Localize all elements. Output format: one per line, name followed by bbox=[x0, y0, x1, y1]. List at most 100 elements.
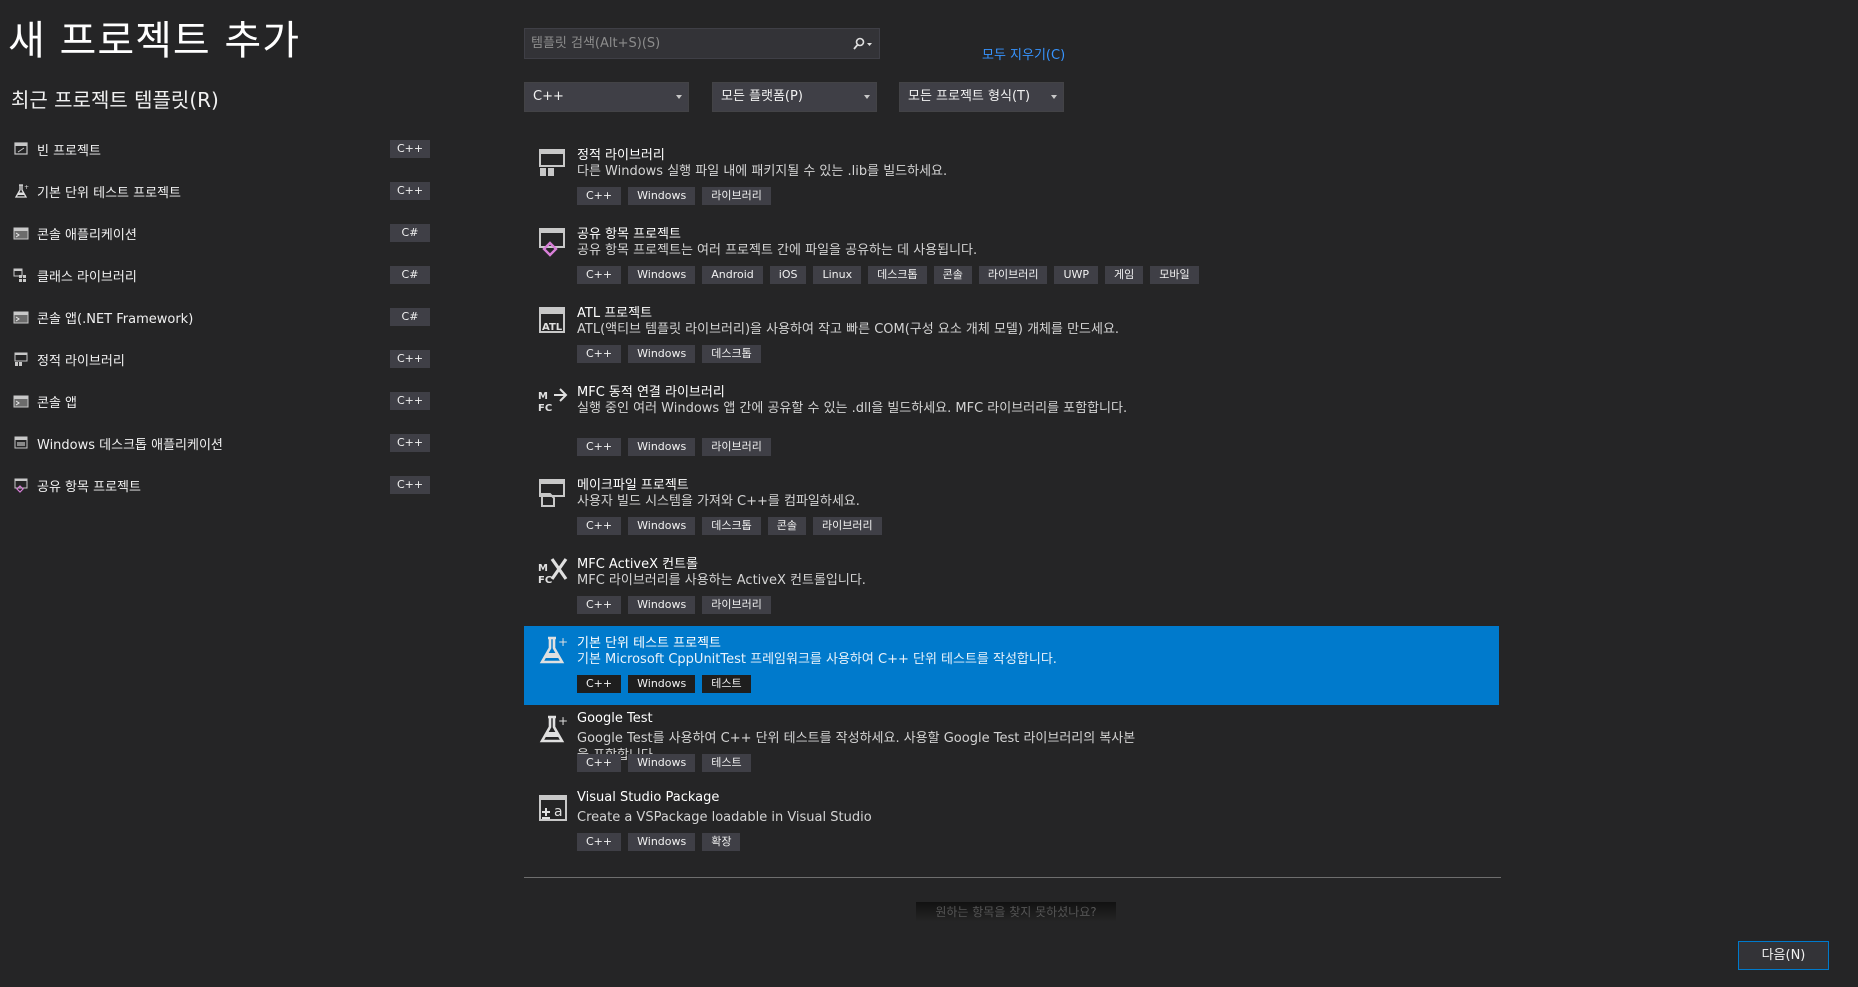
flask-icon: ++ bbox=[536, 634, 568, 666]
recent-template-label: 콘솔 애플리케이션 bbox=[37, 228, 137, 243]
template-item[interactable]: 메이크파일 프로젝트 사용자 빌드 시스템을 가져와 C++를 컴파일하세요. C+… bbox=[524, 468, 1499, 547]
chevron-down-icon bbox=[864, 95, 870, 99]
svg-text:++: ++ bbox=[24, 184, 29, 191]
template-search-box[interactable] bbox=[524, 28, 880, 59]
template-tag: C++ bbox=[577, 833, 622, 851]
recent-template-item[interactable]: ++ 기본 단위 테스트 프로젝트 C++ bbox=[0, 170, 440, 212]
recent-template-label: 콘솔 앱 bbox=[37, 396, 78, 411]
template-tag: Windows bbox=[628, 266, 696, 284]
template-tags: C++ Windows 테스트 bbox=[577, 754, 751, 772]
template-name: MFC 동적 연결 라이브러리 bbox=[577, 385, 725, 400]
console-icon bbox=[13, 227, 29, 240]
language-badge: C++ bbox=[390, 350, 430, 368]
console-icon bbox=[13, 309, 29, 325]
recent-templates-heading: 최근 프로젝트 템플릿(R) bbox=[11, 88, 219, 112]
language-badge: C# bbox=[390, 266, 430, 284]
recent-template-item[interactable]: 정적 라이브러리 C++ bbox=[0, 338, 440, 380]
not-found-link[interactable]: 원하는 항목을 찾지 못하셨나요? bbox=[916, 902, 1116, 922]
recent-templates-list: 빈 프로젝트C++++기본 단위 테스트 프로젝트C++콘솔 애플리케이션C#클… bbox=[0, 128, 440, 506]
language-badge: C++ bbox=[390, 434, 430, 452]
svg-text:FC: FC bbox=[538, 575, 552, 586]
shared-items-icon bbox=[14, 478, 28, 493]
template-tag: 테스트 bbox=[702, 754, 751, 772]
language-badge: C++ bbox=[390, 392, 430, 410]
recent-template-item[interactable]: Windows 데스크톱 애플리케이션 C++ bbox=[0, 422, 440, 464]
language-badge: C# bbox=[390, 224, 430, 242]
shared-items-icon bbox=[13, 477, 29, 493]
atl-icon: ATL bbox=[536, 304, 568, 336]
template-tag: C++ bbox=[577, 596, 622, 614]
template-name: 정적 라이브러리 bbox=[577, 148, 665, 163]
shared-items-icon bbox=[536, 225, 568, 257]
template-tag: C++ bbox=[577, 266, 622, 284]
template-item[interactable]: ++ 기본 단위 테스트 프로젝트기본 Microsoft CppUnitTest… bbox=[524, 626, 1499, 705]
shared-items-icon bbox=[539, 228, 565, 257]
page-title: 새 프로젝트 추가 bbox=[8, 18, 301, 64]
console-icon bbox=[13, 225, 29, 241]
template-tags: C++ Windows 라이브러리 bbox=[577, 187, 771, 205]
template-description: Create a VSPackage loadable in Visual St… bbox=[577, 810, 872, 825]
svg-text:++: ++ bbox=[558, 635, 568, 649]
template-item[interactable]: 공유 항목 프로젝트 공유 항목 프로젝트는 여러 프로젝트 간에 파일을 공유하… bbox=[524, 217, 1499, 296]
template-tag: C++ bbox=[577, 438, 622, 456]
mfc-dll-icon: MFC bbox=[536, 383, 568, 415]
template-tag: Windows bbox=[628, 675, 696, 693]
language-filter-dropdown[interactable]: C++ bbox=[524, 82, 689, 112]
language-badge: C++ bbox=[390, 182, 430, 200]
recent-template-item[interactable]: 빈 프로젝트 C++ bbox=[0, 128, 440, 170]
platform-filter-dropdown[interactable]: 모든 플랫폼(P) bbox=[712, 82, 877, 112]
template-tag: 게임 bbox=[1105, 266, 1144, 284]
template-description: 기본 Microsoft CppUnitTest 프레임워크를 사용하여 C++… bbox=[577, 652, 1057, 667]
template-tag: 라이브러리 bbox=[702, 187, 771, 205]
template-item[interactable]: ++Google TestGoogle Test를 사용하여 C++ 단위 테스… bbox=[524, 705, 1499, 784]
project-type-filter-dropdown[interactable]: 모든 프로젝트 형식(T) bbox=[899, 82, 1064, 112]
recent-template-item[interactable]: 콘솔 앱 C++ bbox=[0, 380, 440, 422]
template-tag: 콘솔 bbox=[933, 266, 972, 284]
template-description: 다른 Windows 실행 파일 내에 패키지될 수 있는 .lib를 빌드하세… bbox=[577, 164, 948, 179]
svg-text:ATL: ATL bbox=[542, 322, 563, 333]
vs-package-icon: a bbox=[539, 795, 567, 821]
next-button[interactable]: 다음(N) bbox=[1738, 941, 1829, 970]
recent-template-item[interactable]: 클래스 라이브러리 C# bbox=[0, 254, 440, 296]
flask-icon: ++ bbox=[539, 714, 568, 743]
template-tag: Windows bbox=[628, 187, 696, 205]
recent-template-label: 공유 항목 프로젝트 bbox=[37, 480, 141, 495]
template-tags: C++ Windows 라이브러리 bbox=[577, 596, 771, 614]
template-name: Google Test bbox=[577, 711, 653, 726]
chevron-down-icon bbox=[676, 95, 682, 99]
template-description: ATL(액티브 템플릿 라이브러리)을 사용하여 작고 빠른 COM(구성 요소… bbox=[577, 322, 1120, 337]
template-tag: Windows bbox=[628, 754, 696, 772]
template-tag: Windows bbox=[628, 438, 696, 456]
search-button[interactable] bbox=[847, 29, 879, 58]
flask-icon: ++ bbox=[13, 183, 29, 199]
recent-template-item[interactable]: 콘솔 애플리케이션 C# bbox=[0, 212, 440, 254]
recent-template-label: Windows 데스크톱 애플리케이션 bbox=[37, 438, 223, 453]
clear-all-link[interactable]: 모두 지우기(C) bbox=[982, 44, 1065, 63]
template-tag: C++ bbox=[577, 675, 622, 693]
template-name: 기본 단위 테스트 프로젝트 bbox=[577, 636, 721, 651]
template-item[interactable]: ATL ATL 프로젝트 ATL(액티브 템플릿 라이브러리)을 사용하여 작고 빠… bbox=[524, 296, 1499, 375]
template-tag: 라이브러리 bbox=[978, 266, 1048, 284]
template-item[interactable]: 정적 라이브러리 다른 Windows 실행 파일 내에 패키지될 수 있는 .l… bbox=[524, 138, 1499, 217]
flask-icon: ++ bbox=[536, 713, 568, 745]
class-library-icon bbox=[13, 268, 26, 282]
template-name: 공유 항목 프로젝트 bbox=[577, 227, 681, 242]
template-description: 공유 항목 프로젝트는 여러 프로젝트 간에 파일을 공유하는 데 사용됩니다. bbox=[577, 243, 978, 258]
template-tag: Windows bbox=[628, 517, 696, 535]
svg-text:M: M bbox=[538, 391, 548, 402]
template-item[interactable]: a Visual Studio Package Create a VSPackage… bbox=[524, 784, 1499, 863]
list-divider bbox=[524, 877, 1501, 878]
recent-template-item[interactable]: 콘솔 앱(.NET Framework) C# bbox=[0, 296, 440, 338]
template-tags: C++ Windows 테스트 bbox=[577, 675, 751, 693]
template-item[interactable]: M FC MFC ActiveX 컨트롤 MFC 라이브러리를 사용하는 Active… bbox=[524, 547, 1499, 626]
svg-text:++: ++ bbox=[558, 714, 568, 728]
empty-project-icon bbox=[13, 141, 29, 157]
search-input[interactable] bbox=[525, 29, 851, 58]
template-tag: 데스크톱 bbox=[702, 345, 761, 363]
template-item[interactable]: M FC MFC 동적 연결 라이브러리 실행 중인 여러 Windows 앱 간에 … bbox=[524, 375, 1499, 468]
template-tag: 데스크톱 bbox=[702, 517, 761, 535]
desktop-app-icon bbox=[13, 435, 29, 451]
template-tag: Windows bbox=[628, 833, 696, 851]
recent-template-item[interactable]: 공유 항목 프로젝트 C++ bbox=[0, 464, 440, 506]
static-library-icon bbox=[539, 149, 565, 176]
